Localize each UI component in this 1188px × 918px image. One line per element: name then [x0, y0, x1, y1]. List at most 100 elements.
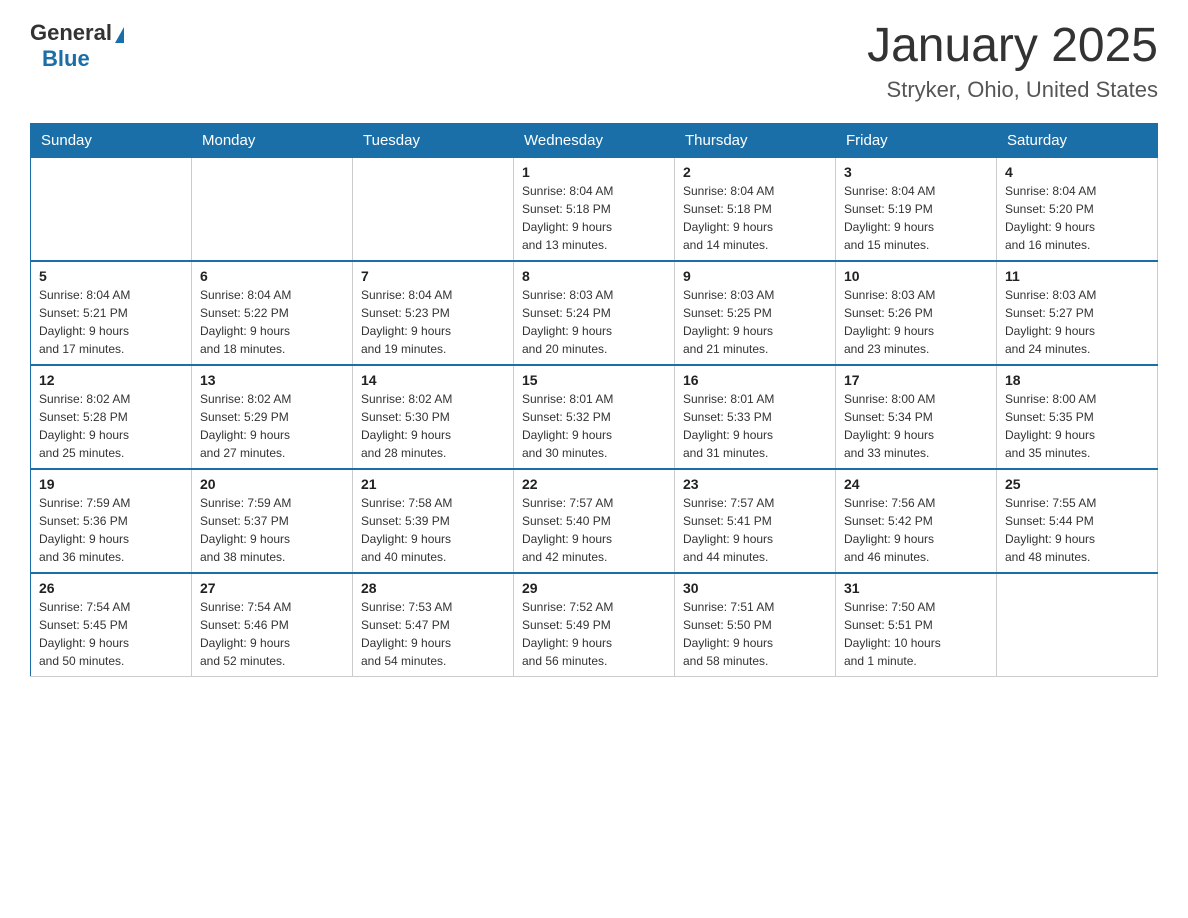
logo-general-text: General: [30, 20, 112, 46]
calendar-week-4: 19Sunrise: 7:59 AMSunset: 5:36 PMDayligh…: [31, 469, 1158, 573]
calendar-cell: 15Sunrise: 8:01 AMSunset: 5:32 PMDayligh…: [514, 365, 675, 469]
page-title: January 2025: [867, 20, 1158, 73]
day-info: Sunrise: 8:04 AMSunset: 5:22 PMDaylight:…: [200, 286, 344, 358]
calendar-cell: 7 Sunrise: 8:04 AMSunset: 5:23 PMDaylight…: [353, 261, 514, 365]
calendar-cell: 12 Sunrise: 8:02 AMSunset: 5:28 PMDayligh…: [31, 365, 192, 469]
calendar-cell: 3Sunrise: 8:04 AMSunset: 5:19 PMDaylight…: [836, 157, 997, 261]
day-info: Sunrise: 7:54 AMSunset: 5:45 PMDaylight:…: [39, 598, 183, 670]
day-number: 16: [683, 372, 827, 388]
day-number: 22: [522, 476, 666, 492]
day-info: Sunrise: 7:56 AMSunset: 5:42 PMDaylight:…: [844, 494, 988, 566]
day-info: Sunrise: 8:04 AMSunset: 5:23 PMDaylight:…: [361, 286, 505, 358]
calendar-cell: 8Sunrise: 8:03 AMSunset: 5:24 PMDaylight…: [514, 261, 675, 365]
logo: General Blue: [30, 20, 124, 72]
header-thursday: Thursday: [675, 123, 836, 157]
day-info: Sunrise: 7:53 AMSunset: 5:47 PMDaylight:…: [361, 598, 505, 670]
day-number: 29: [522, 580, 666, 596]
header-monday: Monday: [192, 123, 353, 157]
calendar-cell: [997, 573, 1158, 677]
day-number: 5: [39, 268, 183, 284]
day-number: 28: [361, 580, 505, 596]
calendar-cell: 5 Sunrise: 8:04 AMSunset: 5:21 PMDaylight…: [31, 261, 192, 365]
day-info: Sunrise: 7:51 AMSunset: 5:50 PMDaylight:…: [683, 598, 827, 670]
day-number: 31: [844, 580, 988, 596]
day-info: Sunrise: 7:52 AMSunset: 5:49 PMDaylight:…: [522, 598, 666, 670]
header-row: SundayMondayTuesdayWednesdayThursdayFrid…: [31, 123, 1158, 157]
calendar-cell: 18 Sunrise: 8:00 AMSunset: 5:35 PMDayligh…: [997, 365, 1158, 469]
calendar-cell: [192, 157, 353, 261]
day-info: Sunrise: 8:02 AMSunset: 5:29 PMDaylight:…: [200, 390, 344, 462]
calendar-cell: 28 Sunrise: 7:53 AMSunset: 5:47 PMDayligh…: [353, 573, 514, 677]
header-tuesday: Tuesday: [353, 123, 514, 157]
calendar-cell: 24 Sunrise: 7:56 AMSunset: 5:42 PMDayligh…: [836, 469, 997, 573]
day-number: 30: [683, 580, 827, 596]
day-info: Sunrise: 8:03 AMSunset: 5:26 PMDaylight:…: [844, 286, 988, 358]
day-number: 20: [200, 476, 344, 492]
calendar-cell: [353, 157, 514, 261]
title-block: January 2025 Stryker, Ohio, United State…: [867, 20, 1158, 103]
calendar-week-5: 26 Sunrise: 7:54 AMSunset: 5:45 PMDayligh…: [31, 573, 1158, 677]
logo-blue-text: Blue: [42, 46, 90, 72]
calendar-cell: 16 Sunrise: 8:01 AMSunset: 5:33 PMDayligh…: [675, 365, 836, 469]
calendar-table: SundayMondayTuesdayWednesdayThursdayFrid…: [30, 123, 1158, 677]
calendar-cell: 22 Sunrise: 7:57 AMSunset: 5:40 PMDayligh…: [514, 469, 675, 573]
day-info: Sunrise: 7:59 AMSunset: 5:36 PMDaylight:…: [39, 494, 183, 566]
day-info: Sunrise: 8:04 AMSunset: 5:20 PMDaylight:…: [1005, 182, 1149, 254]
calendar-header: SundayMondayTuesdayWednesdayThursdayFrid…: [31, 123, 1158, 157]
calendar-cell: 30 Sunrise: 7:51 AMSunset: 5:50 PMDayligh…: [675, 573, 836, 677]
day-number: 12: [39, 372, 183, 388]
calendar-cell: 21Sunrise: 7:58 AMSunset: 5:39 PMDayligh…: [353, 469, 514, 573]
day-info: Sunrise: 8:03 AMSunset: 5:27 PMDaylight:…: [1005, 286, 1149, 358]
calendar-cell: 27 Sunrise: 7:54 AMSunset: 5:46 PMDayligh…: [192, 573, 353, 677]
page-subtitle: Stryker, Ohio, United States: [867, 77, 1158, 103]
calendar-cell: 31Sunrise: 7:50 AMSunset: 5:51 PMDayligh…: [836, 573, 997, 677]
day-info: Sunrise: 8:04 AMSunset: 5:21 PMDaylight:…: [39, 286, 183, 358]
day-number: 27: [200, 580, 344, 596]
calendar-cell: 29 Sunrise: 7:52 AMSunset: 5:49 PMDayligh…: [514, 573, 675, 677]
calendar-cell: 9 Sunrise: 8:03 AMSunset: 5:25 PMDaylight…: [675, 261, 836, 365]
calendar-cell: 10 Sunrise: 8:03 AMSunset: 5:26 PMDayligh…: [836, 261, 997, 365]
day-info: Sunrise: 7:57 AMSunset: 5:40 PMDaylight:…: [522, 494, 666, 566]
day-info: Sunrise: 7:54 AMSunset: 5:46 PMDaylight:…: [200, 598, 344, 670]
day-number: 3: [844, 164, 988, 180]
day-info: Sunrise: 8:03 AMSunset: 5:24 PMDaylight:…: [522, 286, 666, 358]
day-number: 17: [844, 372, 988, 388]
day-number: 10: [844, 268, 988, 284]
day-number: 11: [1005, 268, 1149, 284]
day-number: 23: [683, 476, 827, 492]
day-number: 18: [1005, 372, 1149, 388]
day-info: Sunrise: 8:02 AMSunset: 5:28 PMDaylight:…: [39, 390, 183, 462]
day-number: 14: [361, 372, 505, 388]
day-info: Sunrise: 8:04 AMSunset: 5:18 PMDaylight:…: [683, 182, 827, 254]
day-number: 2: [683, 164, 827, 180]
calendar-cell: 25Sunrise: 7:55 AMSunset: 5:44 PMDayligh…: [997, 469, 1158, 573]
day-info: Sunrise: 8:03 AMSunset: 5:25 PMDaylight:…: [683, 286, 827, 358]
day-info: Sunrise: 8:00 AMSunset: 5:35 PMDaylight:…: [1005, 390, 1149, 462]
header-saturday: Saturday: [997, 123, 1158, 157]
day-info: Sunrise: 8:04 AMSunset: 5:18 PMDaylight:…: [522, 182, 666, 254]
calendar-cell: 17 Sunrise: 8:00 AMSunset: 5:34 PMDayligh…: [836, 365, 997, 469]
day-number: 24: [844, 476, 988, 492]
day-number: 7: [361, 268, 505, 284]
day-info: Sunrise: 8:02 AMSunset: 5:30 PMDaylight:…: [361, 390, 505, 462]
calendar-cell: 2 Sunrise: 8:04 AMSunset: 5:18 PMDaylight…: [675, 157, 836, 261]
page-header: General Blue January 2025 Stryker, Ohio,…: [30, 20, 1158, 103]
day-number: 1: [522, 164, 666, 180]
day-number: 26: [39, 580, 183, 596]
calendar-cell: 23Sunrise: 7:57 AMSunset: 5:41 PMDayligh…: [675, 469, 836, 573]
day-info: Sunrise: 7:58 AMSunset: 5:39 PMDaylight:…: [361, 494, 505, 566]
header-sunday: Sunday: [31, 123, 192, 157]
day-info: Sunrise: 8:01 AMSunset: 5:33 PMDaylight:…: [683, 390, 827, 462]
day-number: 13: [200, 372, 344, 388]
calendar-cell: 26 Sunrise: 7:54 AMSunset: 5:45 PMDayligh…: [31, 573, 192, 677]
logo-triangle-icon: [115, 27, 124, 43]
calendar-week-3: 12 Sunrise: 8:02 AMSunset: 5:28 PMDayligh…: [31, 365, 1158, 469]
day-number: 9: [683, 268, 827, 284]
calendar-week-2: 5 Sunrise: 8:04 AMSunset: 5:21 PMDaylight…: [31, 261, 1158, 365]
day-info: Sunrise: 8:00 AMSunset: 5:34 PMDaylight:…: [844, 390, 988, 462]
calendar-body: 1 Sunrise: 8:04 AMSunset: 5:18 PMDaylight…: [31, 157, 1158, 676]
calendar-cell: 13 Sunrise: 8:02 AMSunset: 5:29 PMDayligh…: [192, 365, 353, 469]
day-number: 15: [522, 372, 666, 388]
day-number: 6: [200, 268, 344, 284]
day-number: 25: [1005, 476, 1149, 492]
